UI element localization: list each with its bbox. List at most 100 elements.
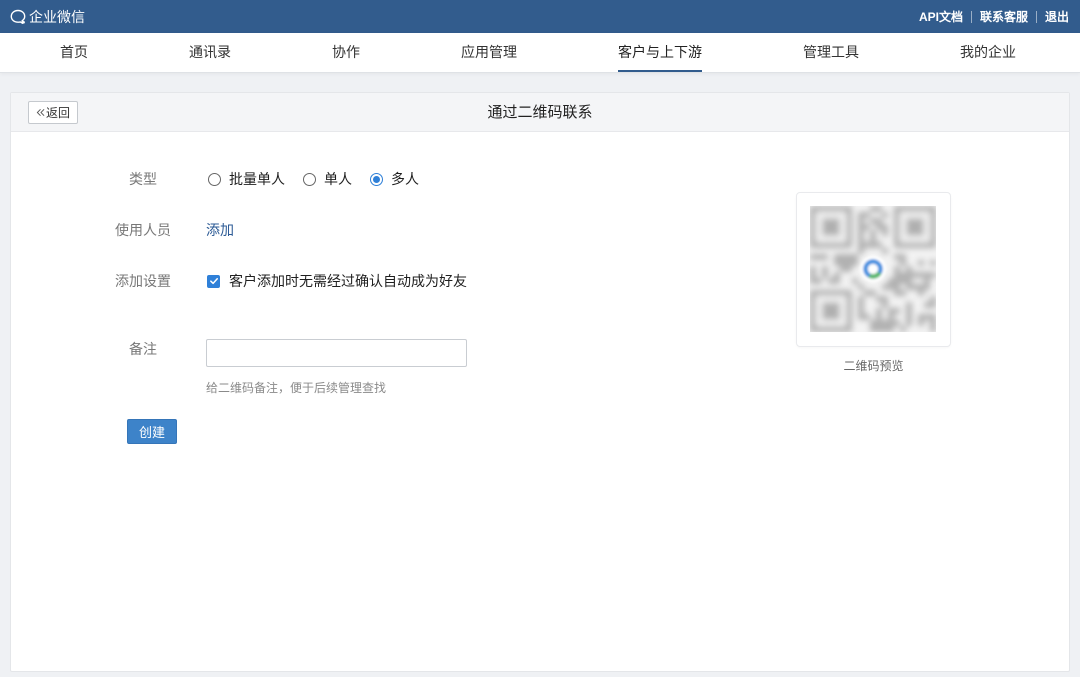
qr-module (918, 314, 924, 320)
qr-module (864, 224, 870, 230)
qr-module (870, 236, 876, 242)
contact-support-link[interactable]: 联系客服 (970, 10, 1036, 23)
qr-module (888, 284, 894, 290)
card-header: 返回 通过二维码联系 (11, 93, 1069, 132)
users-value: 添加 (206, 218, 234, 242)
qr-module (894, 254, 900, 260)
qr-preview-box (796, 192, 951, 347)
remark-input[interactable] (206, 339, 467, 367)
nav-item-management-tools[interactable]: 管理工具 (803, 33, 859, 72)
qr-module (906, 302, 912, 308)
qr-module (852, 260, 858, 266)
qr-module (900, 254, 906, 260)
qr-module (828, 278, 834, 284)
page-title: 通过二维码联系 (487, 104, 593, 121)
main-nav: 首页 通讯录 协作 应用管理 客户与上下游 管理工具 我的企业 (0, 33, 1080, 73)
type-radio-group: 批量单人 单人 多人 (206, 167, 419, 191)
qr-module (900, 290, 906, 296)
qr-module (882, 320, 888, 326)
nav-item-app-management[interactable]: 应用管理 (461, 33, 517, 72)
qr-module (870, 320, 876, 326)
remark-label: 备注 (129, 341, 157, 357)
radio-option-multiple[interactable]: 多人 (370, 169, 419, 189)
users-label: 使用人员 (115, 222, 171, 238)
qr-module (906, 278, 912, 284)
radio-button[interactable] (208, 172, 221, 186)
auto-accept-checkbox[interactable] (207, 274, 220, 288)
qr-module (906, 308, 912, 314)
radio-option-batch-single[interactable]: 批量单人 (208, 169, 285, 189)
qr-module (930, 314, 936, 320)
qr-module (870, 326, 876, 332)
radio-button[interactable] (370, 172, 383, 186)
qr-module (918, 290, 924, 296)
qr-module (882, 284, 888, 290)
qr-module (906, 320, 912, 326)
qr-module (876, 296, 882, 302)
qr-module (894, 272, 900, 278)
radio-button[interactable] (303, 172, 316, 186)
back-button[interactable]: 返回 (28, 101, 78, 124)
qr-module (882, 224, 888, 230)
nav-item-collaboration[interactable]: 协作 (332, 33, 360, 72)
brand[interactable]: 企业微信 (9, 0, 85, 33)
qr-module (876, 314, 882, 320)
create-button[interactable]: 创建 (127, 419, 177, 444)
qr-module (888, 320, 894, 326)
qr-module (924, 284, 930, 290)
qr-finder-top-left (810, 206, 852, 248)
auto-accept-checkbox-option[interactable]: 客户添加时无需经过确认自动成为好友 (207, 271, 467, 291)
logout-link[interactable]: 退出 (1035, 10, 1069, 23)
qr-module (822, 272, 828, 278)
radio-option-single[interactable]: 单人 (303, 169, 352, 189)
type-label: 类型 (129, 171, 157, 187)
qr-module (858, 218, 864, 224)
nav-item-my-enterprise[interactable]: 我的企业 (960, 33, 1016, 72)
brand-name: 企业微信 (29, 8, 85, 25)
qr-module (846, 260, 852, 266)
qr-module (888, 314, 894, 320)
qr-module (834, 278, 840, 284)
check-icon (209, 277, 218, 285)
qr-module (834, 260, 840, 266)
qr-module (858, 212, 864, 218)
qr-finder-bottom-left (810, 290, 852, 332)
add-users-link[interactable]: 添加 (206, 220, 234, 240)
qr-module (858, 248, 864, 254)
radio-option-label: 批量单人 (229, 171, 285, 187)
qr-module (924, 314, 930, 320)
qr-module (924, 272, 930, 278)
qr-module (930, 326, 936, 332)
qr-module (858, 224, 864, 230)
qr-preview-label: 二维码预览 (843, 359, 904, 373)
qr-module (822, 254, 828, 260)
qr-module (882, 302, 888, 308)
api-docs-link[interactable]: API文档 (911, 11, 971, 23)
qr-module (894, 320, 900, 326)
qr-code-image (810, 206, 936, 332)
qr-module (918, 320, 924, 326)
settings-row: 添加设置 客户添加时无需经过确认自动成为好友 (11, 269, 711, 293)
nav-item-home[interactable]: 首页 (60, 33, 88, 72)
qr-module (930, 260, 936, 266)
qr-module (894, 266, 900, 272)
qr-module (918, 284, 924, 290)
nav-item-contacts[interactable]: 通讯录 (189, 33, 231, 72)
settings-value: 客户添加时无需经过确认自动成为好友 (206, 269, 467, 293)
qr-module (852, 254, 858, 260)
qr-module (930, 320, 936, 326)
qr-module (876, 224, 882, 230)
qr-module (900, 278, 906, 284)
qr-module (894, 290, 900, 296)
qr-module (870, 206, 876, 212)
radio-option-label: 多人 (391, 171, 419, 187)
qr-module (864, 314, 870, 320)
nav-item-customers[interactable]: 客户与上下游 (618, 33, 702, 72)
qr-module (930, 272, 936, 278)
qr-module (882, 326, 888, 332)
qr-finder-top-right (894, 206, 936, 248)
qr-module (858, 302, 864, 308)
remark-hint: 给二维码备注，便于后续管理查找 (206, 381, 387, 395)
qr-module (810, 272, 816, 278)
qr-module (900, 260, 906, 266)
